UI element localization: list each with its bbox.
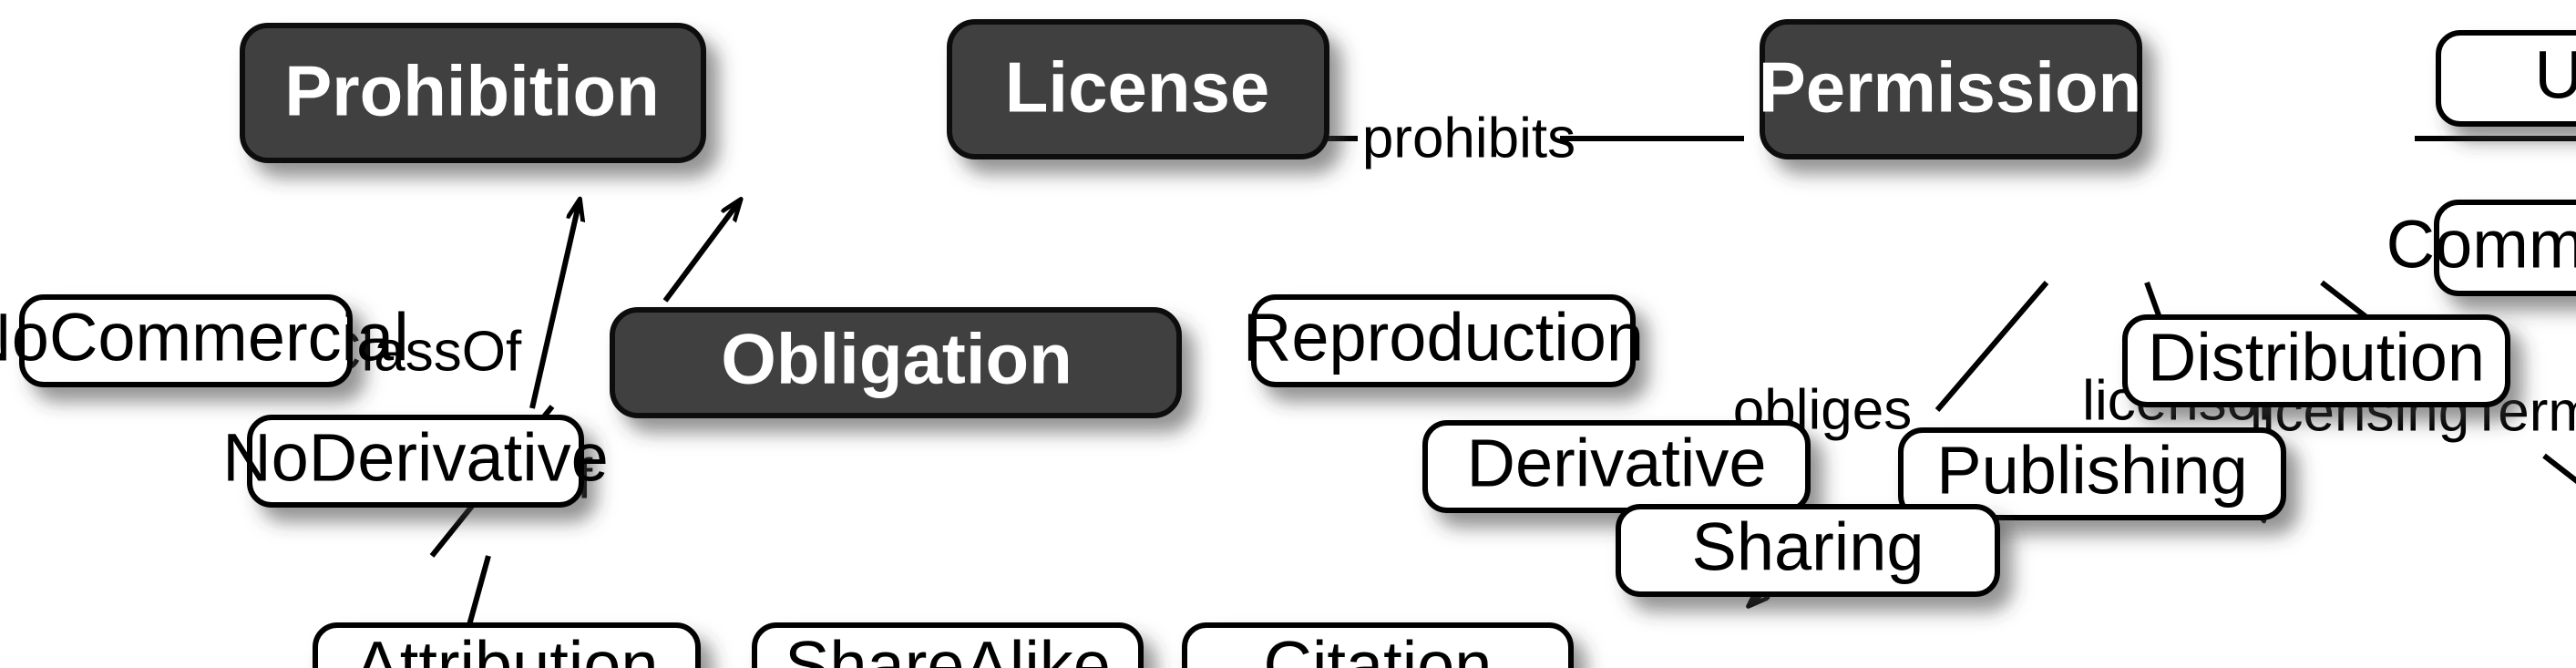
edge-segment-arrow [2542,453,2576,485]
node-distribution-label: Distribution [2148,320,2485,396]
node-reproduction[interactable]: Reproduction [1243,294,1644,387]
edge-segment-arrow [662,200,740,303]
node-reproduction-label: Reproduction [1243,300,1644,375]
node-commercialexpl[interactable]: CommercialExpl [2386,200,2576,296]
node-sharing-label: Sharing [1691,509,1924,585]
node-using[interactable]: Using [2436,30,2576,127]
edge-license-prohibits-prohibition: prohibits [1294,107,1744,170]
node-prohibition[interactable]: Prohibition [240,23,706,163]
node-noderivative-label: NoDerivative [222,420,609,496]
node-obligation[interactable]: Obligation [610,307,1182,418]
node-nocommercial-label: NoCommercial [0,300,409,375]
node-commercialexpl-label: CommercialExpl [2386,207,2576,283]
node-sharing[interactable]: Sharing [1616,504,2000,597]
node-noderivative[interactable]: NoDerivative [222,415,609,508]
edge-label-prohibits: prohibits [1362,107,1575,170]
node-prohibition-label: Prohibition [284,51,660,131]
node-using-label: Using [2534,37,2576,113]
node-derivative[interactable]: Derivative [1422,420,1811,513]
node-license[interactable]: License [947,19,1329,159]
edge-segment-arrow [529,200,580,409]
node-sharealike-label: ShareAlike [785,628,1111,668]
node-attribution[interactable]: Attribution [313,622,701,668]
node-citation[interactable]: Citation [1182,622,1574,668]
node-publishing-label: Publishing [1936,433,2247,509]
node-attribution-label: Attribution [354,628,658,668]
node-permission-label: Permission [1759,47,2142,128]
nodes-layer: Prohibition License Permission Using Com… [0,19,2576,668]
node-license-label: License [1005,47,1269,128]
node-sharealike[interactable]: ShareAlike [752,622,1144,668]
node-nocommercial[interactable]: NoCommercial [0,294,409,387]
node-permission[interactable]: Permission [1759,19,2142,159]
node-citation-label: Citation [1264,628,1493,668]
node-derivative-label: Derivative [1467,426,1767,501]
node-obligation-label: Obligation [721,319,1072,399]
ontology-graph: Prohibition --> prohibits Permission -->… [0,19,2576,668]
edge-segment [1935,281,2049,412]
node-distribution[interactable]: Distribution [2122,314,2510,407]
ontology-diagram-canvas: Prohibition --> prohibits Permission -->… [0,0,2576,668]
